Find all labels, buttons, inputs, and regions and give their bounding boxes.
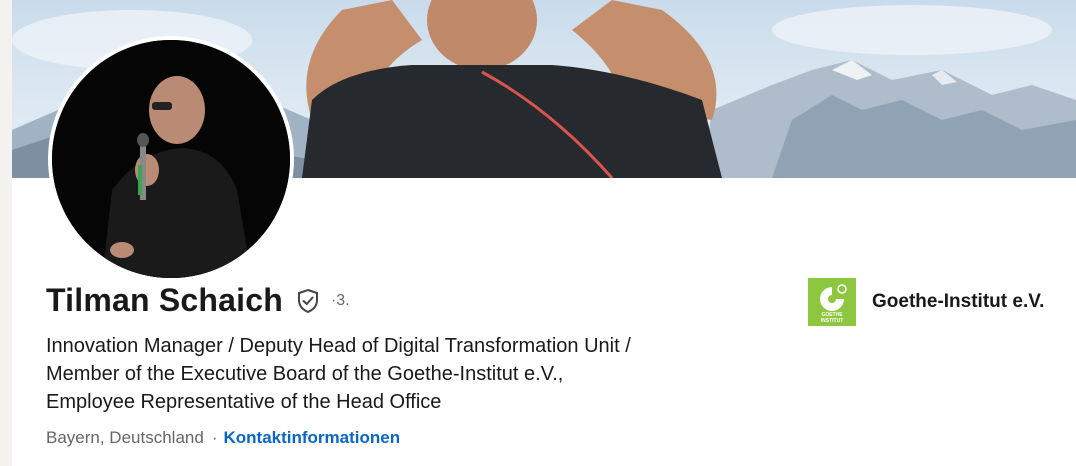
profile-photo[interactable] [48,36,294,282]
separator-dot: · [211,428,218,447]
location-text: Bayern, Deutschland [46,428,204,447]
current-company-link[interactable]: GOETHE INSTITUT Goethe-Institut e.V. [808,278,1044,326]
connection-degree: ·3. [330,291,350,309]
profile-headline: Innovation Manager / Deputy Head of Digi… [46,332,806,416]
logo-text-bottom: INSTITUT [821,318,844,324]
shield-check-icon[interactable] [295,288,321,314]
profile-name: Tilman Schaich [46,282,283,318]
headline-line: Member of the Executive Board of the Goe… [46,363,564,385]
headline-line: Innovation Manager / Deputy Head of Digi… [46,335,631,357]
company-name: Goethe-Institut e.V. [872,291,1045,312]
profile-card: Tilman Schaich ·3. Innovation Manager / … [12,0,1076,466]
goethe-institut-logo: GOETHE INSTITUT [808,278,856,326]
headline-line: Employee Representative of the Head Offi… [46,391,442,413]
contact-info-link[interactable]: Kontaktinformationen [224,428,401,448]
